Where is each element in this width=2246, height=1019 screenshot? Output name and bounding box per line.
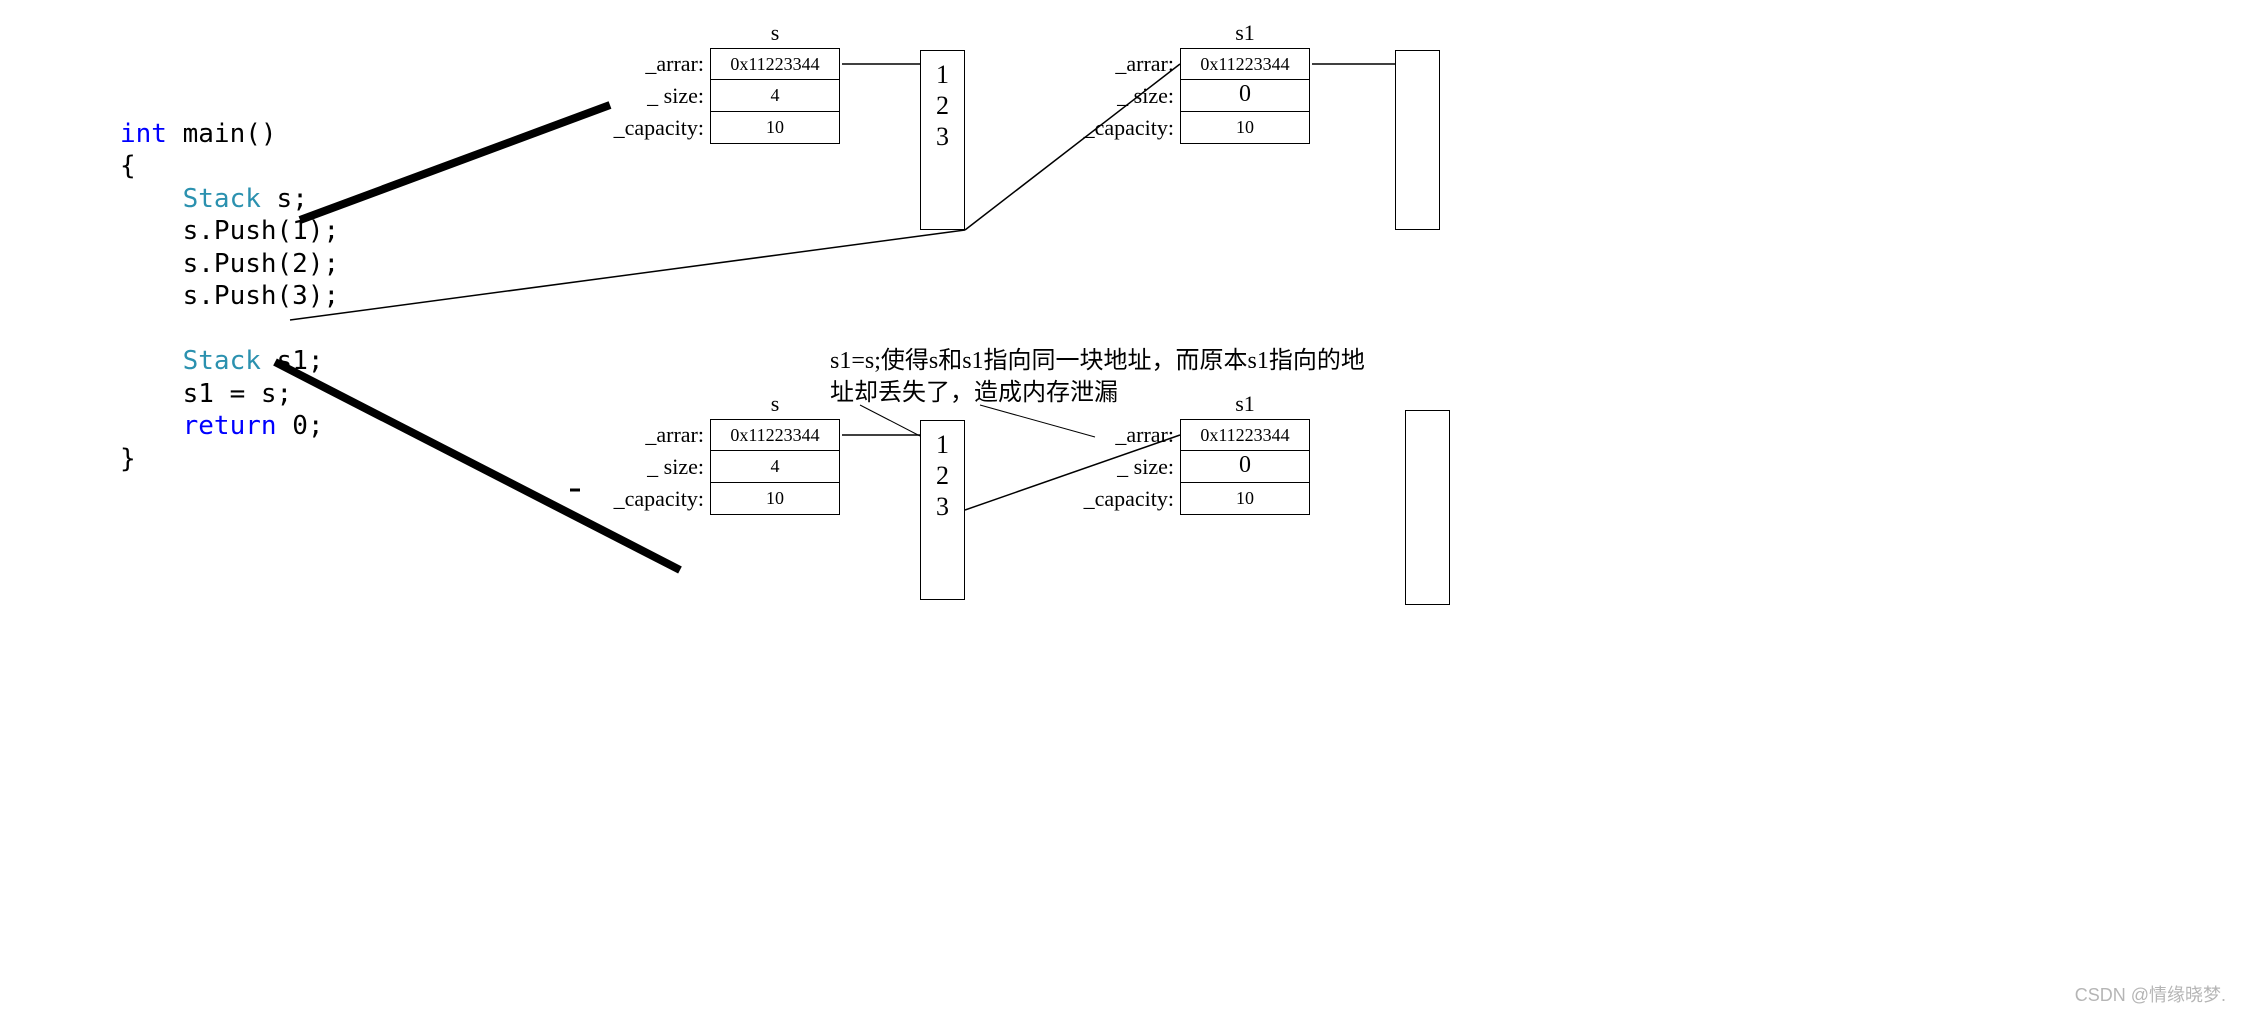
struct-s1-top: s1 _arrar: 0x11223344 _ size: 0 _capacit… bbox=[1060, 20, 1310, 144]
type-stack: Stack bbox=[120, 184, 261, 214]
value-capacity: 10 bbox=[1180, 483, 1310, 515]
value-size: 0 bbox=[1180, 451, 1310, 483]
code-block: int main() { Stack s; s.Push(1); s.Push(… bbox=[120, 85, 339, 475]
value-size: 4 bbox=[710, 451, 840, 483]
struct-s-bottom: s _arrar: 0x11223344 _ size: 4 _capacity… bbox=[590, 391, 840, 515]
memory-box-top-right bbox=[1395, 50, 1440, 230]
value-arrar: 0x11223344 bbox=[1180, 48, 1310, 80]
value-arrar: 0x11223344 bbox=[710, 48, 840, 80]
value-size: 4 bbox=[710, 80, 840, 112]
label-size: _ size: bbox=[1060, 83, 1180, 109]
memory-box-bottom-left: 1 2 3 bbox=[920, 420, 965, 600]
struct-s-top: s _arrar: 0x11223344 _ size: 4 _capacity… bbox=[590, 20, 840, 144]
label-size: _ size: bbox=[590, 83, 710, 109]
kw-int: int bbox=[120, 119, 167, 149]
label-arrar: _arrar: bbox=[1060, 51, 1180, 77]
memory-box-bottom-right bbox=[1405, 410, 1450, 605]
struct-title: s bbox=[710, 391, 840, 417]
watermark-text: CSDN @情缘晓梦. bbox=[2075, 981, 2226, 1007]
label-capacity: _capacity: bbox=[1060, 486, 1180, 512]
label-size: _ size: bbox=[590, 454, 710, 480]
label-capacity: _capacity: bbox=[1060, 115, 1180, 141]
value-capacity: 10 bbox=[710, 112, 840, 144]
label-size: _ size: bbox=[1060, 454, 1180, 480]
struct-title: s bbox=[710, 20, 840, 46]
memory-box-top-left: 1 2 3 bbox=[920, 50, 965, 230]
value-arrar: 0x11223344 bbox=[710, 419, 840, 451]
label-arrar: _arrar: bbox=[590, 51, 710, 77]
type-stack: Stack bbox=[120, 346, 261, 376]
label-arrar: _arrar: bbox=[1060, 422, 1180, 448]
value-arrar: 0x11223344 bbox=[1180, 419, 1310, 451]
value-capacity: 10 bbox=[1180, 112, 1310, 144]
annotation-text: s1=s;使得s和s1指向同一块地址，而原本s1指向的地 址却丢失了，造成内存泄… bbox=[830, 345, 1480, 410]
label-capacity: _capacity: bbox=[590, 115, 710, 141]
kw-return: return bbox=[120, 411, 277, 441]
struct-title: s1 bbox=[1180, 20, 1310, 46]
value-capacity: 10 bbox=[710, 483, 840, 515]
value-size: 0 bbox=[1180, 80, 1310, 112]
label-arrar: _arrar: bbox=[590, 422, 710, 448]
label-capacity: _capacity: bbox=[590, 486, 710, 512]
